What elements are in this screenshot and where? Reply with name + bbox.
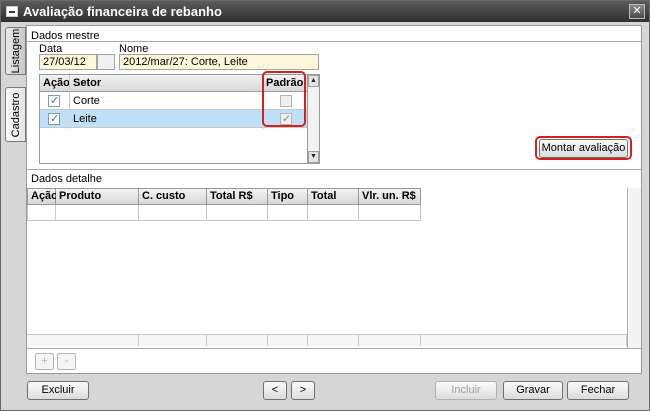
next-button[interactable]: > [291,381,315,400]
close-icon[interactable]: ✕ [629,4,645,19]
side-tabs: Listagem Cadastro [5,27,27,327]
detail-footer-cell [308,334,359,346]
detail-cell[interactable] [359,205,421,221]
incluir-button[interactable]: Incluir [435,381,497,400]
detail-footer-cell [359,334,421,346]
acao-checkbox[interactable] [48,112,60,125]
remove-row-button[interactable]: - [57,353,76,370]
bottom-toolbar: Excluir < > Incluir Gravar Fechar [5,375,645,407]
content-panel: Dados mestre Data 27/03/12 Nome 2012/mar… [26,25,642,374]
fechar-button[interactable]: Fechar [567,381,629,400]
master-grid-scrollbar[interactable]: ▲ ▼ [307,74,320,164]
col-setor[interactable]: Setor [73,77,101,89]
detail-cell[interactable] [207,205,268,221]
setor-cell: Corte [73,95,100,107]
detail-cell[interactable] [268,205,308,221]
nome-field[interactable]: 2012/mar/27: Corte, Leite [119,54,319,70]
scroll-down-icon[interactable]: ▼ [308,151,319,163]
detail-footer-cell [421,334,627,346]
tab-cadastro-label: Cadastro [9,92,22,137]
window-menu-icon[interactable] [6,6,18,17]
date-picker-button[interactable] [97,54,115,70]
window-title: Avaliação financeira de rebanho [23,4,222,19]
detail-grid-scrollbar[interactable] [627,188,641,348]
detail-divider [27,169,641,170]
col-acao[interactable]: Ação [43,77,70,89]
detail-cell[interactable] [139,205,207,221]
main-window: Avaliação financeira de rebanho ✕ Listag… [0,0,650,411]
detail-footer-cell [207,334,268,346]
excluir-button[interactable]: Excluir [27,381,89,400]
title-bar: Avaliação financeira de rebanho ✕ [1,1,649,22]
scroll-up-icon[interactable]: ▲ [308,75,319,87]
col-c-custo[interactable]: C. custo [139,188,207,205]
col-total-cab[interactable]: Total cab. [308,188,359,217]
detail-footer-cell [139,334,207,346]
tab-listagem[interactable]: Listagem [5,27,26,75]
data-field[interactable]: 27/03/12 [39,54,97,70]
detail-cell[interactable] [308,205,359,221]
acao-checkbox[interactable] [48,94,60,107]
tab-cadastro[interactable]: Cadastro [5,87,26,142]
col-tipo[interactable]: Tipo [268,188,308,205]
detail-section-label: Dados detalhe [31,173,102,185]
previous-button[interactable]: < [263,381,287,400]
col-produto[interactable]: Produto [56,188,139,205]
padrao-highlight [262,71,306,127]
detail-footer-cell [268,334,308,346]
add-row-button[interactable]: + [35,353,54,370]
detail-footer-cell [27,334,139,346]
gravar-button[interactable]: Gravar [503,381,563,400]
detail-grid: Ação Produto C. custo Total R$ Tipo Tota… [27,188,627,348]
col-vlr-un-rs[interactable]: Vlr. un. R$ [359,188,421,205]
col-acao[interactable]: Ação [27,188,58,205]
master-divider [27,41,641,42]
setor-cell: Leite [73,113,97,125]
tab-listagem-label: Listagem [9,28,22,74]
detail-cell[interactable] [27,205,56,221]
detail-cell[interactable] [56,205,139,221]
montar-avaliacao-button[interactable]: Montar avaliação [539,139,628,158]
col-total-rs[interactable]: Total R$ [207,188,268,205]
detail-bottom-divider [27,348,641,349]
